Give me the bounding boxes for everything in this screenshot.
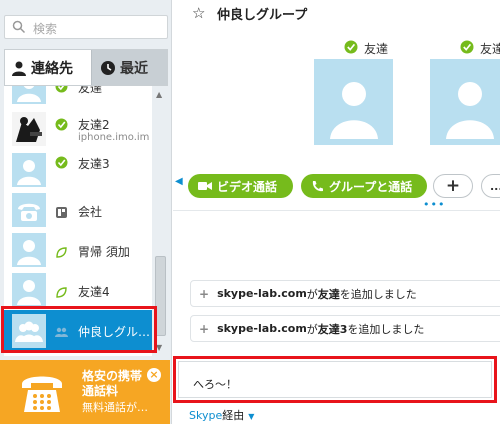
message-input[interactable]: へろ～！ xyxy=(178,361,492,398)
message-input-highlight: へろ～！ xyxy=(173,356,497,403)
telephone-avatar-icon xyxy=(18,203,40,221)
video-call-button[interactable]: ビデオ通話 xyxy=(188,174,293,198)
expand-icon[interactable]: + xyxy=(199,322,209,336)
more-button[interactable]: ... xyxy=(481,174,500,198)
avatar xyxy=(12,233,46,267)
contact-name: 友達3 xyxy=(78,157,110,171)
avatar xyxy=(12,193,46,227)
tab-recent[interactable]: 最近 xyxy=(91,50,167,85)
promo-title-line2: 通話料 xyxy=(82,384,119,398)
member-avatar xyxy=(430,59,500,145)
contact-subtitle: iphone.imo.im xyxy=(78,132,150,143)
default-avatar-icon xyxy=(17,86,41,102)
contact-name: 友達2 xyxy=(78,118,110,132)
contact-row[interactable]: 友達2 iphone.imo.im xyxy=(4,108,152,148)
photo-avatar-icon xyxy=(12,112,46,146)
offline-status-icon xyxy=(56,247,67,258)
chevron-down-icon: ▼ xyxy=(248,412,255,421)
avatar xyxy=(12,86,46,104)
avatar xyxy=(12,112,46,146)
selection-highlight-box xyxy=(1,306,157,353)
scroll-up-icon[interactable]: ▲ xyxy=(156,90,162,99)
contact-tabs: 連絡先 最近 xyxy=(4,49,168,86)
add-label: + xyxy=(445,176,461,196)
notice-target: 友達3 xyxy=(317,322,348,336)
member-name: 友達 xyxy=(480,42,500,56)
contact-name: 会社 xyxy=(78,205,103,219)
video-call-label: ビデオ通話 xyxy=(217,179,278,194)
notice-actor: skype-lab.com xyxy=(217,322,307,335)
contact-row[interactable]: 会社 xyxy=(4,190,152,230)
default-avatar-icon xyxy=(446,82,494,139)
tab-contacts-label: 連絡先 xyxy=(31,60,73,77)
video-camera-icon xyxy=(198,182,212,190)
default-avatar-icon xyxy=(17,160,41,185)
phone-status-icon xyxy=(56,207,67,218)
expand-icon[interactable]: + xyxy=(199,287,209,301)
tab-contacts[interactable]: 連絡先 xyxy=(5,50,91,85)
member-avatar xyxy=(314,59,393,145)
avatar xyxy=(12,153,46,187)
clock-icon xyxy=(101,60,115,75)
via-suffix: 経由 xyxy=(222,409,245,422)
online-status-icon xyxy=(55,118,68,131)
group-call-button[interactable]: グループと通話 xyxy=(301,174,427,198)
collapse-arrow-icon[interactable]: ◀ xyxy=(175,176,183,187)
notice-target: 友達 xyxy=(317,287,340,301)
notice-text: を追加しました xyxy=(347,322,425,336)
conversation-title: 仲良しグループ xyxy=(217,8,308,23)
via-service: Skype xyxy=(189,409,223,422)
search-box[interactable]: 検索 xyxy=(4,15,168,39)
default-avatar-icon xyxy=(17,280,41,305)
message-input-value: へろ～！ xyxy=(193,378,237,391)
online-status-icon xyxy=(55,156,68,169)
tab-recent-label: 最近 xyxy=(120,60,148,77)
notice-actor: skype-lab.com xyxy=(217,287,307,300)
notice-particle: が xyxy=(306,322,318,336)
online-status-icon xyxy=(344,40,358,54)
contact-name: 胃帰 須加 xyxy=(78,245,130,259)
system-notice: + skype-lab.com が友達3 を追加しました xyxy=(190,315,500,342)
contacts-pane: 検索 連絡先 最近 友達 友達2 iphone.imo.im 友達3 会社 胃帰… xyxy=(0,0,172,424)
notice-text: を追加しました xyxy=(339,287,417,301)
group-call-label: グループと通話 xyxy=(329,179,413,194)
promo-subtitle: 無料通話が… xyxy=(82,401,148,414)
member-name: 友達 xyxy=(364,42,389,56)
send-via-selector[interactable]: Skype経由 ▼ xyxy=(189,407,254,423)
system-notice: + skype-lab.com が友達 を追加しました xyxy=(190,280,500,307)
notice-particle: が xyxy=(306,287,318,301)
person-icon xyxy=(12,61,26,76)
close-icon[interactable]: × xyxy=(147,368,161,382)
favorite-star-icon[interactable]: ☆ xyxy=(192,4,205,22)
contact-row[interactable]: 友達 xyxy=(4,86,152,106)
contact-row[interactable]: 友達4 xyxy=(4,270,152,310)
online-status-icon xyxy=(55,86,68,93)
contact-row[interactable]: 胃帰 須加 xyxy=(4,230,152,270)
contact-row[interactable]: 友達3 xyxy=(4,150,152,190)
more-label: ... xyxy=(490,179,500,193)
avatar xyxy=(12,273,46,307)
phone-handset-icon xyxy=(312,180,323,191)
telephone-icon xyxy=(22,376,62,412)
search-placeholder: 検索 xyxy=(33,22,58,36)
offline-status-icon xyxy=(56,287,67,298)
default-avatar-icon xyxy=(330,82,378,139)
add-button[interactable]: + xyxy=(433,174,473,198)
online-status-icon xyxy=(460,40,474,54)
promo-banner[interactable]: 格安の携帯 通話料 無料通話が… × xyxy=(0,360,170,424)
conversation-pane: ☆ 仲良しグループ 友達 友達 ◀ ビデオ通話 グループと通話 + ... ••… xyxy=(173,0,500,424)
search-icon xyxy=(12,20,26,34)
divider xyxy=(173,210,500,211)
default-avatar-icon xyxy=(17,240,41,265)
contact-name: 友達4 xyxy=(78,285,110,299)
contact-name: 友達 xyxy=(78,86,103,95)
